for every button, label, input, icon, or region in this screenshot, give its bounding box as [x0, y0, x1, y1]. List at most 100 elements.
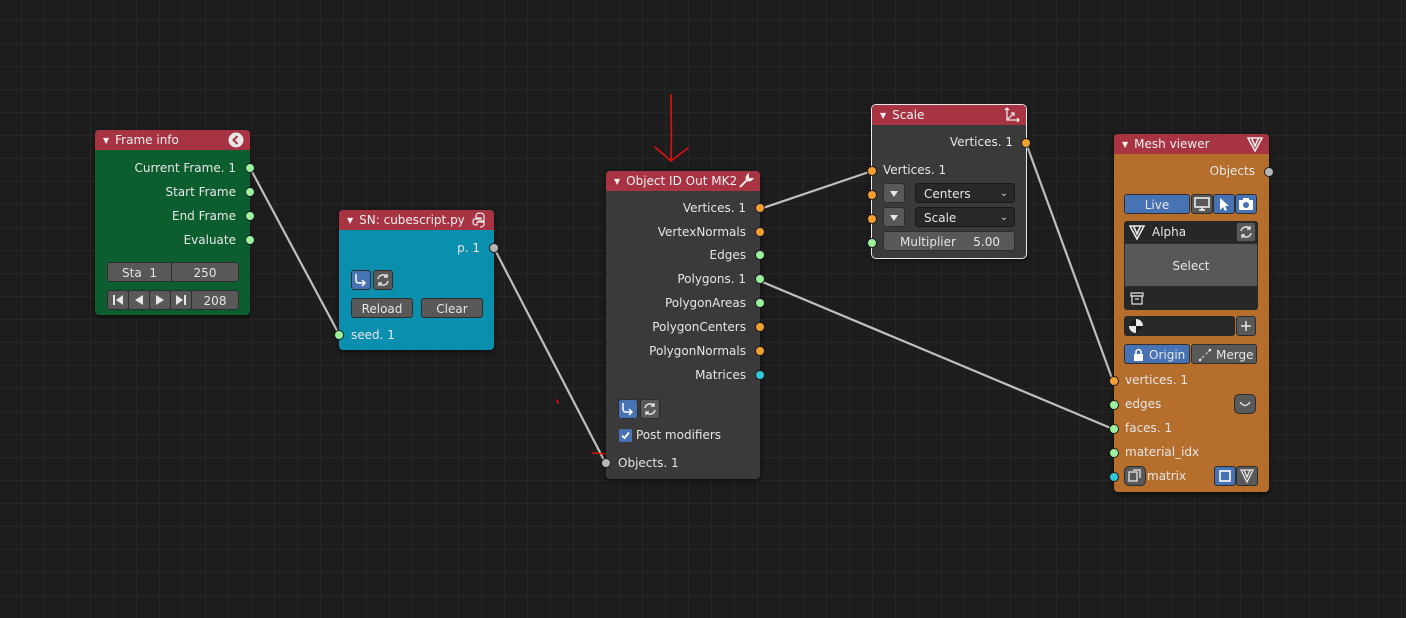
- end-frame-field[interactable]: 250: [171, 262, 239, 282]
- camera-icon: [1239, 198, 1253, 210]
- socket-edges-in[interactable]: [1109, 400, 1119, 410]
- collapse-arrow-icon[interactable]: ▼: [347, 216, 353, 225]
- collapse-arrow-icon[interactable]: ▼: [614, 177, 620, 186]
- frame-info-node[interactable]: ▼ Frame info Current Frame. 1 Start Frame…: [95, 130, 255, 315]
- socket-scale-centers[interactable]: [867, 190, 877, 200]
- node-title: Frame info: [115, 133, 179, 147]
- current-frame-field[interactable]: 208: [191, 290, 239, 310]
- object-id-node[interactable]: ▼ Object ID Out MK2 Vertices. 1 VertexNor…: [601, 171, 765, 479]
- socket-objects-out[interactable]: [1264, 167, 1274, 177]
- socket-polygon-centers[interactable]: [755, 322, 765, 332]
- edges-option-button[interactable]: [1234, 394, 1256, 414]
- script-toggle-button[interactable]: [351, 270, 371, 290]
- socket-end-frame[interactable]: [245, 211, 255, 221]
- socket-polygon-areas[interactable]: [755, 298, 765, 308]
- mesh-cone-icon: [1129, 225, 1145, 240]
- link-cubescript-to-objects: [492, 246, 608, 466]
- refresh-button[interactable]: [640, 399, 660, 419]
- socket-matrix-in[interactable]: [1109, 472, 1119, 482]
- scale-axes-icon: [1004, 107, 1020, 123]
- centers-select[interactable]: Centers ⌄: [915, 183, 1015, 203]
- output-vertices: Vertices. 1: [682, 201, 746, 215]
- jump-end-button[interactable]: [170, 290, 192, 310]
- socket-polygon-normals[interactable]: [755, 346, 765, 356]
- scale-select[interactable]: Scale ⌄: [915, 207, 1015, 227]
- dropdown-arrow-icon: [890, 191, 898, 197]
- cubescript-node[interactable]: ▼ SN: cubescript.py p. 1 Reload Clear see…: [334, 210, 499, 350]
- origin-toggle[interactable]: Origin: [1124, 344, 1190, 364]
- object-id-header[interactable]: ▼ Object ID Out MK2: [606, 171, 760, 191]
- scale-node[interactable]: ▼ Scale Vertices. 1 Vertices. 1 Centers ⌄…: [867, 104, 1031, 259]
- refresh-button[interactable]: [373, 270, 393, 290]
- cone-display-button[interactable]: [1236, 466, 1258, 486]
- jump-start-button[interactable]: [107, 290, 129, 310]
- socket-seed[interactable]: [334, 330, 344, 340]
- centers-socket-toggle[interactable]: [883, 183, 905, 203]
- merge-toggle[interactable]: Merge: [1191, 344, 1257, 364]
- output-edges: Edges: [709, 248, 746, 262]
- socket-start-frame[interactable]: [245, 187, 255, 197]
- show-viewport-button[interactable]: [1191, 194, 1213, 214]
- play-icon: [156, 295, 164, 305]
- socket-vertex-normals[interactable]: [755, 227, 765, 237]
- play-reverse-button[interactable]: [128, 290, 150, 310]
- socket-edges[interactable]: [755, 250, 765, 260]
- start-frame-field[interactable]: Sta 1: [107, 262, 173, 282]
- collapse-arrow-icon[interactable]: ▼: [880, 111, 886, 120]
- refresh-button[interactable]: [1236, 222, 1256, 242]
- square-icon: [1219, 470, 1231, 482]
- link-vertices-to-scale: [758, 169, 874, 211]
- mesh-viewer-header[interactable]: ▼ Mesh viewer: [1114, 134, 1269, 154]
- socket-faces-in[interactable]: [1109, 424, 1119, 434]
- multiplier-label: Multiplier: [900, 235, 956, 249]
- socket-scale-output[interactable]: [1021, 138, 1031, 148]
- output-matrices: Matrices: [695, 368, 746, 382]
- curve-icon: [1239, 401, 1251, 407]
- socket-evaluate[interactable]: [245, 235, 255, 245]
- socket-material-idx-in[interactable]: [1109, 448, 1119, 458]
- play-reverse-icon: [135, 295, 143, 305]
- wireframe-button[interactable]: [1214, 466, 1236, 486]
- chevron-down-icon: ⌄: [999, 188, 1008, 199]
- clear-button[interactable]: Clear: [421, 298, 483, 318]
- selectable-button[interactable]: [1213, 194, 1235, 214]
- output-polygon-normals: PolygonNormals: [649, 344, 746, 358]
- collapse-arrow-icon[interactable]: ▼: [103, 136, 109, 145]
- matrix-option-button[interactable]: [1124, 466, 1146, 486]
- socket-matrices[interactable]: [755, 370, 765, 380]
- socket-scale-vertices[interactable]: [867, 166, 877, 176]
- mesh-cone-icon: [1247, 137, 1263, 152]
- clock-icon: [228, 132, 244, 148]
- socket-polygons[interactable]: [755, 274, 765, 284]
- socket-p[interactable]: [489, 243, 499, 253]
- mesh-cone-icon: [1239, 469, 1255, 484]
- socket-objects[interactable]: [601, 458, 611, 468]
- scale-header[interactable]: ▼ Scale: [872, 105, 1026, 125]
- object-toggle-button[interactable]: [618, 399, 638, 419]
- render-button[interactable]: [1235, 194, 1257, 214]
- reload-button[interactable]: Reload: [351, 298, 413, 318]
- live-toggle[interactable]: Live: [1124, 194, 1190, 214]
- frame-info-header[interactable]: ▼ Frame info: [95, 130, 250, 150]
- cubescript-header[interactable]: ▼ SN: cubescript.py: [339, 210, 494, 230]
- start-frame-label: Sta: [122, 266, 142, 280]
- mesh-viewer-node[interactable]: ▼ Mesh viewer Objects Live Alpha Select O…: [1109, 134, 1274, 492]
- socket-current-frame[interactable]: [245, 163, 255, 173]
- jump-end-icon: [176, 295, 186, 305]
- socket-vertices-in[interactable]: [1109, 376, 1119, 386]
- post-modifiers-checkbox[interactable]: [619, 429, 632, 442]
- socket-vertices[interactable]: [755, 203, 765, 213]
- multiplier-field[interactable]: Multiplier 5.00: [883, 231, 1015, 251]
- archive-icon[interactable]: [1130, 292, 1144, 305]
- output-polygon-areas: PolygonAreas: [664, 296, 746, 310]
- collapse-arrow-icon[interactable]: ▼: [1122, 140, 1128, 149]
- add-material-button[interactable]: [1236, 316, 1256, 336]
- link-frame-to-seed: [248, 166, 342, 338]
- play-button[interactable]: [149, 290, 171, 310]
- scale-socket-toggle[interactable]: [883, 207, 905, 227]
- socket-multiplier[interactable]: [867, 238, 877, 248]
- select-button[interactable]: Select: [1124, 243, 1258, 287]
- material-sphere-icon: [1129, 319, 1143, 333]
- object-name-field[interactable]: Alpha: [1152, 222, 1186, 242]
- socket-scale-scale[interactable]: [867, 214, 877, 224]
